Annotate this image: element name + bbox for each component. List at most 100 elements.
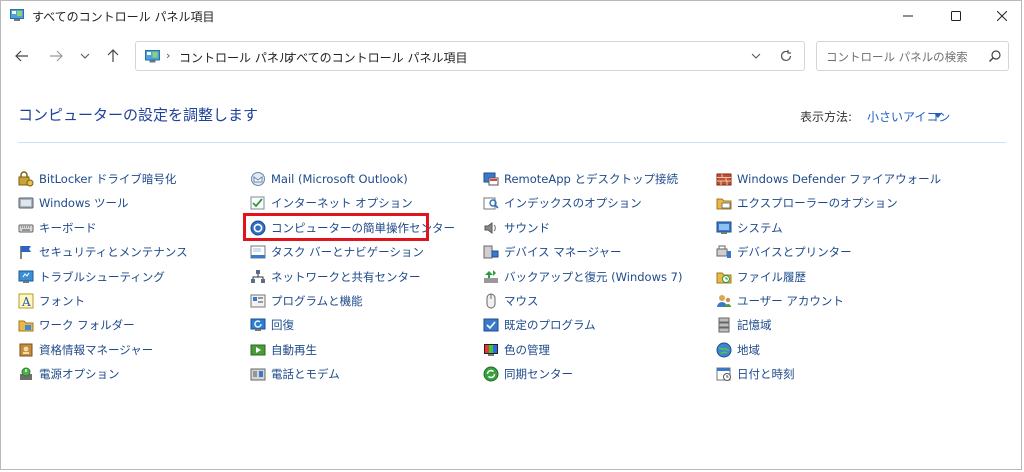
control-panel-window: すべてのコントロール パネル項目 › コントロール パネル › すべてのコントロ xyxy=(0,0,1022,470)
caret-down-icon[interactable] xyxy=(934,113,942,118)
item-mouse[interactable]: マウス xyxy=(483,291,539,311)
header-divider xyxy=(18,142,1006,143)
file-history-icon xyxy=(716,272,732,284)
breadcrumb-all-items[interactable]: すべてのコントロール パネル項目 xyxy=(285,49,468,66)
search-box[interactable] xyxy=(816,41,1009,71)
item-recovery[interactable]: 回復 xyxy=(250,315,294,335)
sound-icon xyxy=(484,222,496,234)
work-folders-icon xyxy=(18,320,34,332)
item-autoplay[interactable]: 自動再生 xyxy=(250,340,317,360)
item-keyboard[interactable]: キーボード xyxy=(18,218,97,238)
item-ease-of-access[interactable]: コンピューターの簡単操作センター xyxy=(250,218,455,238)
item-phone-modem[interactable]: 電話とモデム xyxy=(250,364,340,384)
item-system[interactable]: システム xyxy=(716,218,783,238)
mail-icon xyxy=(251,172,265,186)
item-label: 日付と時刻 xyxy=(737,367,795,381)
item-credential-manager[interactable]: 資格情報マネージャー xyxy=(18,340,153,360)
item-power-options[interactable]: 電源オプション xyxy=(18,364,120,384)
forward-button[interactable] xyxy=(45,45,67,67)
item-device-manager[interactable]: デバイス マネージャー xyxy=(483,242,622,262)
item-label: デバイス マネージャー xyxy=(504,245,622,259)
internet-options-icon xyxy=(250,196,265,210)
item-network[interactable]: ネットワークと共有センター xyxy=(250,267,421,287)
item-label: ファイル履歴 xyxy=(737,270,806,284)
color-management-icon xyxy=(484,344,498,356)
item-date-time[interactable]: 日付と時刻 xyxy=(716,364,795,384)
user-accounts-icon xyxy=(717,295,731,307)
item-label: 同期センター xyxy=(504,367,573,381)
control-panel-icon xyxy=(10,9,24,21)
item-firewall[interactable]: Windows Defender ファイアウォール xyxy=(716,169,941,189)
region-icon xyxy=(716,342,732,358)
item-label: マウス xyxy=(504,294,539,308)
item-label: ユーザー アカウント xyxy=(737,294,844,308)
bitlocker-icon xyxy=(18,171,34,187)
maximize-button[interactable] xyxy=(933,1,979,31)
item-label: キーボード xyxy=(39,221,97,235)
item-explorer-options[interactable]: エクスプローラーのオプション xyxy=(716,193,898,213)
item-bitlocker[interactable]: BitLocker ドライブ暗号化 xyxy=(18,169,176,189)
phone-modem-icon xyxy=(250,368,266,381)
item-file-history[interactable]: ファイル履歴 xyxy=(716,267,806,287)
item-label: システム xyxy=(737,221,783,235)
item-storage[interactable]: 記憶域 xyxy=(716,315,772,335)
control-panel-icon xyxy=(145,50,160,63)
firewall-icon xyxy=(716,173,732,186)
sync-center-icon xyxy=(483,366,499,382)
arrow-right-icon xyxy=(50,50,63,62)
item-taskbar[interactable]: タスク バーとナビゲーション xyxy=(250,242,424,262)
item-windows-tools[interactable]: Windows ツール xyxy=(18,193,129,213)
windows-tools-icon xyxy=(18,197,34,209)
back-button[interactable] xyxy=(11,45,33,67)
refresh-icon[interactable] xyxy=(779,49,793,63)
item-label: ワーク フォルダー xyxy=(39,318,135,332)
view-by-label: 表示方法: xyxy=(800,110,853,124)
address-bar[interactable]: › コントロール パネル › すべてのコントロール パネル項目 xyxy=(135,41,805,71)
arrow-left-icon xyxy=(15,50,28,62)
search-icon[interactable] xyxy=(988,49,1002,63)
item-internet-options[interactable]: インターネット オプション xyxy=(250,193,413,213)
item-devices-printers[interactable]: デバイスとプリンター xyxy=(716,242,852,262)
item-sync-center[interactable]: 同期センター xyxy=(483,364,573,384)
svg-text:A: A xyxy=(21,295,31,309)
date-time-icon xyxy=(716,367,731,381)
item-programs[interactable]: プログラムと機能 xyxy=(250,291,363,311)
indexing-icon xyxy=(483,197,499,210)
minimize-button[interactable] xyxy=(885,1,931,31)
close-button[interactable] xyxy=(979,1,1024,31)
mouse-icon xyxy=(486,293,496,309)
flag-icon xyxy=(20,246,31,259)
close-icon xyxy=(997,11,1007,21)
keyboard-icon xyxy=(18,224,34,233)
remoteapp-icon xyxy=(483,172,499,186)
item-font[interactable]: A フォント xyxy=(18,291,85,311)
item-indexing[interactable]: インデックスのオプション xyxy=(483,193,642,213)
item-label: エクスプローラーのオプション xyxy=(737,196,898,210)
item-backup[interactable]: バックアップと復元 (Windows 7) xyxy=(483,267,682,287)
item-label: RemoteApp とデスクトップ接続 xyxy=(504,172,678,186)
item-remoteapp[interactable]: RemoteApp とデスクトップ接続 xyxy=(483,169,678,189)
item-label: トラブルシューティング xyxy=(39,270,165,284)
power-options-icon xyxy=(20,367,32,380)
credential-manager-icon xyxy=(19,343,33,357)
item-mail[interactable]: Mail (Microsoft Outlook) xyxy=(250,169,408,189)
item-label: プログラムと機能 xyxy=(271,294,363,308)
item-label: 自動再生 xyxy=(271,343,317,357)
up-button[interactable] xyxy=(102,45,124,67)
explorer-options-icon xyxy=(716,198,732,210)
item-color-management[interactable]: 色の管理 xyxy=(483,340,550,360)
item-default-programs[interactable]: 既定のプログラム xyxy=(483,315,596,335)
recent-locations-button[interactable] xyxy=(74,45,96,67)
maximize-icon xyxy=(951,11,961,21)
network-icon xyxy=(251,270,265,283)
item-region[interactable]: 地域 xyxy=(716,340,760,360)
search-input[interactable] xyxy=(818,43,988,71)
item-sound[interactable]: サウンド xyxy=(483,218,550,238)
item-flag[interactable]: セキュリティとメンテナンス xyxy=(18,242,188,262)
breadcrumb-separator: › xyxy=(166,49,171,62)
item-work-folders[interactable]: ワーク フォルダー xyxy=(18,315,135,335)
item-user-accounts[interactable]: ユーザー アカウント xyxy=(716,291,844,311)
chevron-down-icon[interactable] xyxy=(750,50,762,62)
chevron-down-icon xyxy=(80,53,90,59)
item-troubleshoot[interactable]: トラブルシューティング xyxy=(18,267,165,287)
